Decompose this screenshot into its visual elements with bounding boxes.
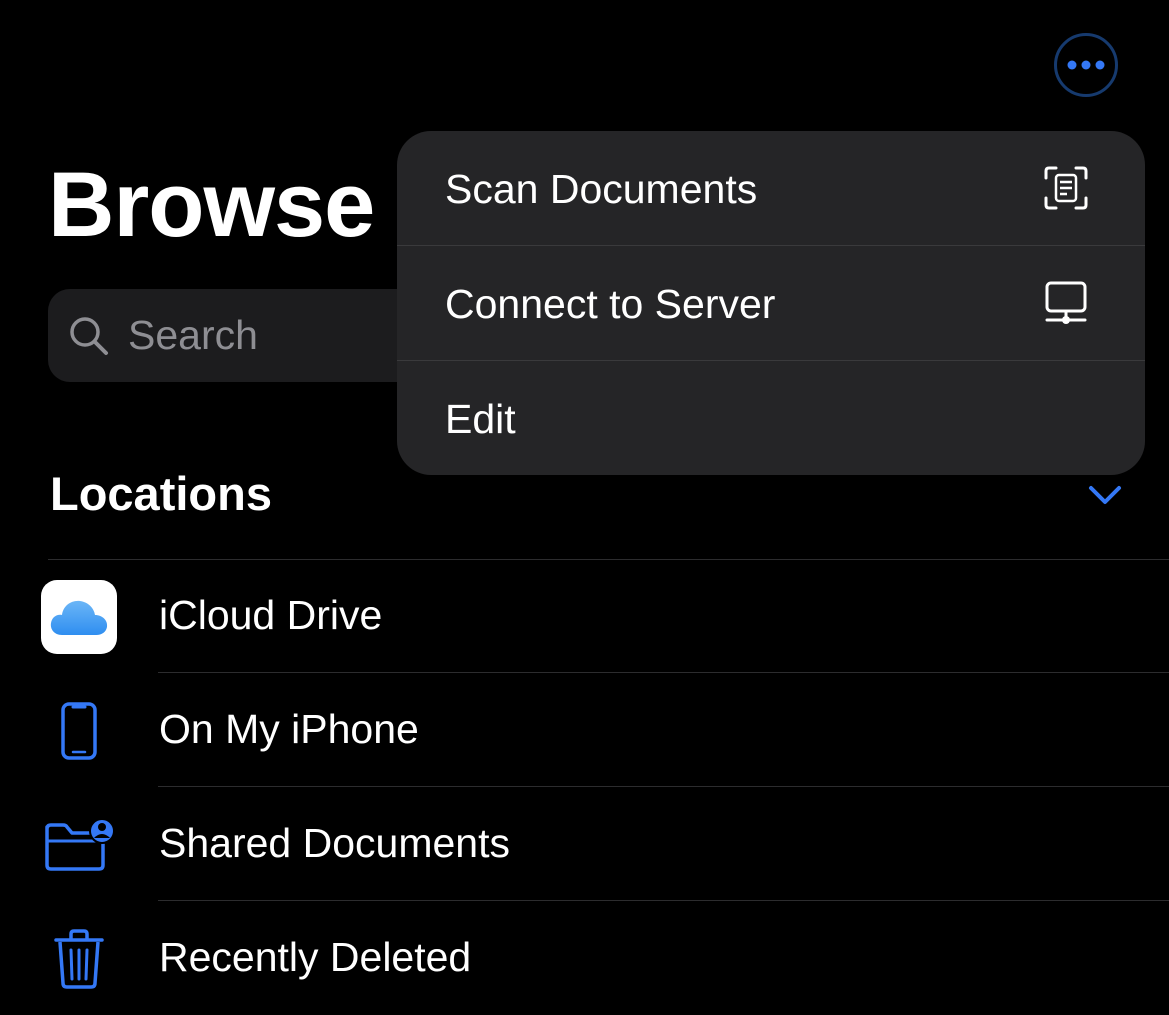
- location-item-icloud-drive[interactable]: iCloud Drive: [0, 560, 1169, 673]
- server-icon: [1045, 281, 1087, 324]
- location-item-recently-deleted[interactable]: Recently Deleted: [0, 902, 1169, 1015]
- document-scanner-icon: [1044, 166, 1088, 210]
- location-label: Recently Deleted: [159, 934, 472, 980]
- menu-item-label: Connect to Server: [445, 281, 776, 327]
- location-label: iCloud Drive: [159, 592, 383, 638]
- location-label: On My iPhone: [159, 706, 419, 752]
- menu-item-connect-to-server[interactable]: Connect to Server: [397, 246, 1145, 361]
- iphone-icon: [40, 692, 118, 770]
- more-options-button[interactable]: [1054, 33, 1118, 97]
- search-placeholder: Search: [128, 312, 258, 358]
- menu-item-scan-documents[interactable]: Scan Documents: [397, 131, 1145, 246]
- menu-item-edit[interactable]: Edit: [397, 361, 1145, 475]
- location-item-shared-documents[interactable]: Shared Documents: [0, 788, 1169, 901]
- ellipsis-icon: [1067, 60, 1105, 70]
- location-item-on-my-iphone[interactable]: On My iPhone: [0, 674, 1169, 787]
- menu-item-label: Scan Documents: [445, 166, 758, 212]
- shared-folder-icon: [40, 806, 118, 884]
- chevron-down-icon[interactable]: [1086, 480, 1124, 510]
- more-options-menu: Scan Documents Connect to Server Edit: [397, 131, 1145, 475]
- icloud-icon: [40, 578, 118, 656]
- page-title: Browse: [48, 154, 375, 256]
- search-icon: [68, 315, 110, 357]
- search-field[interactable]: Search: [48, 289, 428, 382]
- menu-item-label: Edit: [445, 396, 516, 442]
- trash-icon: [40, 920, 118, 998]
- locations-header[interactable]: Locations: [50, 466, 272, 521]
- location-label: Shared Documents: [159, 820, 510, 866]
